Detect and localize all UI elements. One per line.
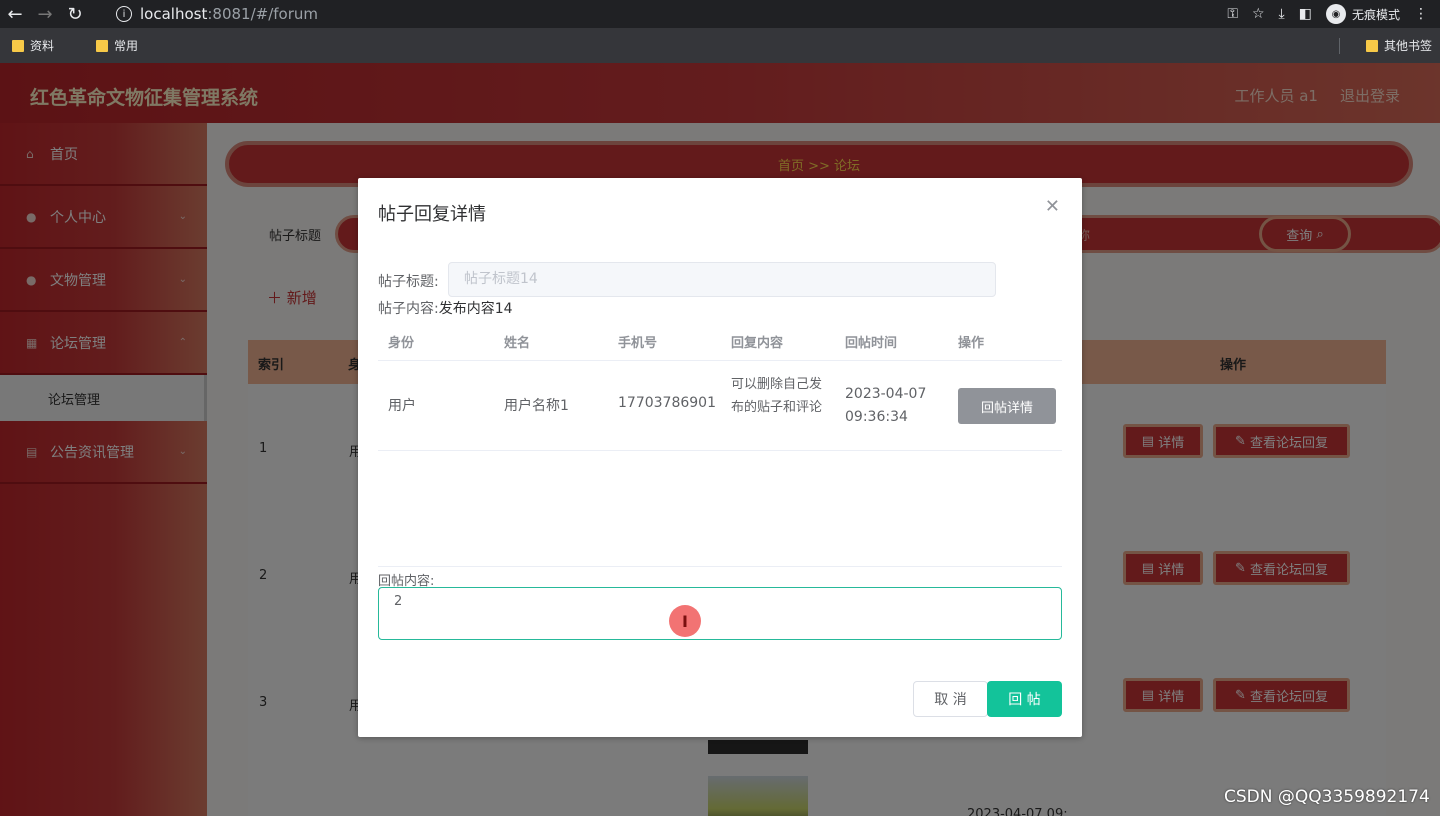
cell-time: 2023-04-07 09:36:34	[845, 386, 927, 425]
folder-icon	[1365, 39, 1378, 52]
url-host: localhost	[140, 5, 208, 23]
post-title-label: 帖子标题:	[378, 274, 439, 290]
close-icon[interactable]: ✕	[1045, 196, 1060, 217]
dialog-title: 帖子回复详情	[378, 204, 486, 225]
bookmark-folder-changyong[interactable]: 常用	[96, 37, 138, 54]
table-row: 用户 用户名称1 17703786901 可以删除自己发布的贴子和评论 2023…	[378, 361, 1062, 451]
bookmark-label: 常用	[114, 39, 139, 53]
col-content: 回复内容	[731, 336, 784, 351]
cancel-button[interactable]: 取 消	[913, 681, 988, 717]
info-icon[interactable]: i	[116, 6, 132, 22]
url-path: :8081/#/forum	[207, 5, 318, 23]
cell-name: 用户名称1	[504, 398, 569, 414]
bookmark-label: 资料	[30, 39, 55, 53]
other-bookmarks[interactable]: 其他书签	[1365, 28, 1432, 63]
text-cursor-icon: I	[669, 605, 701, 637]
reply-content-textarea[interactable]: 2	[378, 587, 1062, 640]
reply-detail-dialog: 帖子回复详情 ✕ 帖子标题: 帖子标题14 帖子内容:发布内容14 身份 姓名 …	[358, 178, 1082, 737]
back-icon[interactable]: ←	[0, 0, 30, 28]
post-content-label: 帖子内容:	[378, 301, 439, 317]
col-name: 姓名	[504, 336, 531, 351]
incognito-label: 无痕模式	[1351, 7, 1400, 22]
cell-content: 可以删除自己发布的贴子和评论	[731, 377, 823, 415]
other-bookmarks-label: 其他书签	[1383, 39, 1432, 53]
cell-phone: 17703786901	[618, 395, 716, 411]
reload-icon[interactable]: ↻	[60, 0, 90, 28]
divider	[378, 566, 1062, 567]
browser-toolbar: ← → ↻ i localhost:8081/#/forum ⚿ ☆ ⤓ ◧ ◉…	[0, 0, 1440, 28]
reply-table: 身份 姓名 手机号 回复内容 回帖时间 操作 用户 用户名称1 17703786…	[378, 321, 1062, 451]
folder-icon	[12, 39, 24, 52]
col-action: 操作	[958, 336, 985, 351]
folder-icon	[96, 39, 109, 52]
incognito-icon: ◉	[1325, 4, 1346, 24]
sidebar-icon[interactable]: ◧	[1299, 6, 1312, 22]
col-phone: 手机号	[618, 336, 658, 351]
post-content-value: 发布内容14	[438, 301, 513, 317]
watermark: CSDN @QQ3359892174	[1224, 787, 1430, 807]
col-time: 回帖时间	[845, 336, 898, 351]
star-icon[interactable]: ☆	[1252, 6, 1265, 22]
bookmarks-bar: 资料 常用 其他书签	[0, 28, 1440, 63]
key-icon[interactable]: ⚿	[1227, 6, 1238, 22]
col-identity: 身份	[388, 336, 415, 351]
incognito-badge[interactable]: ◉ 无痕模式	[1325, 4, 1400, 24]
address-bar[interactable]: i localhost:8081/#/forum	[104, 2, 1242, 26]
reply-table-header: 身份 姓名 手机号 回复内容 回帖时间 操作	[378, 321, 1062, 361]
reply-detail-button[interactable]: 回帖详情	[958, 388, 1056, 424]
menu-icon[interactable]: ⋮	[1414, 6, 1428, 22]
post-content-line: 帖子内容:发布内容14	[378, 298, 513, 318]
bookmark-folder-ziliao[interactable]: 资料	[12, 37, 54, 54]
bookmark-divider	[1339, 38, 1340, 54]
forward-icon[interactable]: →	[30, 0, 60, 28]
download-icon[interactable]: ⤓	[1279, 6, 1285, 22]
submit-reply-button[interactable]: 回 帖	[987, 681, 1062, 717]
cell-identity: 用户	[388, 398, 416, 414]
post-title-field: 帖子标题14	[448, 262, 996, 297]
